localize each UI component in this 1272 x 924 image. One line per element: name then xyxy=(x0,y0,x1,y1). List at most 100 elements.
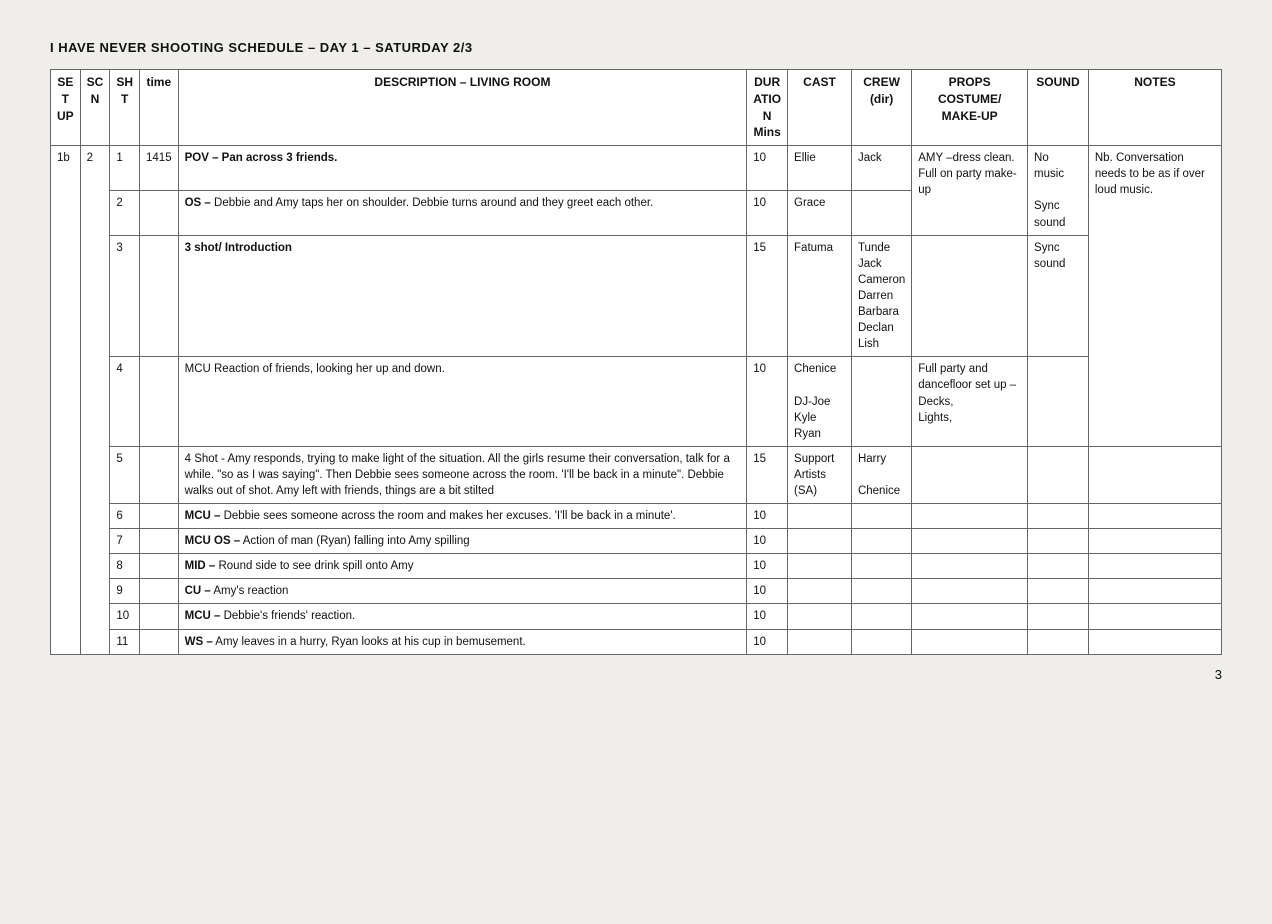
cell-notes xyxy=(1088,529,1221,554)
cell-time xyxy=(140,629,179,654)
cell-notes xyxy=(1088,504,1221,529)
cell-notes xyxy=(1088,446,1221,503)
cell-sh: 6 xyxy=(110,504,140,529)
cell-time xyxy=(140,529,179,554)
cell-cast: Support Artists (SA) xyxy=(788,446,852,503)
cell-crew xyxy=(851,629,911,654)
table-row: 11 WS – Amy leaves in a hurry, Ryan looks… xyxy=(51,629,1222,654)
cell-sh: 1 xyxy=(110,146,140,191)
cell-time xyxy=(140,357,179,446)
cell-description: MCU – Debbie sees someone across the roo… xyxy=(178,504,747,529)
cell-duration: 15 xyxy=(747,235,788,357)
cell-duration: 15 xyxy=(747,446,788,503)
page-title: I HAVE NEVER SHOOTING SCHEDULE – DAY 1 –… xyxy=(50,40,1222,55)
cell-cast xyxy=(788,529,852,554)
cell-crew xyxy=(851,604,911,629)
cell-duration: 10 xyxy=(747,554,788,579)
cell-sh: 2 xyxy=(110,190,140,235)
cell-props: AMY –dress clean. Full on party make-up xyxy=(912,146,1028,235)
cell-crew xyxy=(851,579,911,604)
cell-sound xyxy=(1028,579,1089,604)
cell-duration: 10 xyxy=(747,629,788,654)
header-sh: SH T xyxy=(110,70,140,146)
cell-crew: Jack xyxy=(851,146,911,191)
header-description: DESCRIPTION – LIVING ROOM xyxy=(178,70,747,146)
cell-props xyxy=(912,504,1028,529)
cell-description: MCU – Debbie's friends' reaction. xyxy=(178,604,747,629)
cell-notes xyxy=(1088,554,1221,579)
page-number: 3 xyxy=(50,667,1222,682)
header-se: SE T UP xyxy=(51,70,81,146)
cell-sound xyxy=(1028,529,1089,554)
header-cast: CAST xyxy=(788,70,852,146)
cell-description: POV – Pan across 3 friends. xyxy=(178,146,747,191)
cell-notes: Nb. Conversation needs to be as if over … xyxy=(1088,146,1221,447)
cell-time xyxy=(140,504,179,529)
cell-time: 1415 xyxy=(140,146,179,191)
header-crew: CREW (dir) xyxy=(851,70,911,146)
cell-time xyxy=(140,579,179,604)
cell-sh: 8 xyxy=(110,554,140,579)
cell-props xyxy=(912,554,1028,579)
cell-description: MCU OS – Action of man (Ryan) falling in… xyxy=(178,529,747,554)
table-row: 10MCU – Debbie's friends' reaction.10 xyxy=(51,604,1222,629)
table-row: 8 MID – Round side to see drink spill ont… xyxy=(51,554,1222,579)
cell-sound xyxy=(1028,446,1089,503)
table-row: 7 MCU OS – Action of man (Ryan) falling i… xyxy=(51,529,1222,554)
cell-sound xyxy=(1028,357,1089,446)
cell-time xyxy=(140,190,179,235)
cell-cast: Ellie xyxy=(788,146,852,191)
cell-props xyxy=(912,629,1028,654)
cell-cast: Grace xyxy=(788,190,852,235)
cell-notes xyxy=(1088,604,1221,629)
cell-duration: 10 xyxy=(747,529,788,554)
header-props: PROPS COSTUME/ MAKE-UP xyxy=(912,70,1028,146)
cell-sound xyxy=(1028,504,1089,529)
cell-duration: 10 xyxy=(747,146,788,191)
cell-sh: 4 xyxy=(110,357,140,446)
table-row: 6 MCU – Debbie sees someone across the ro… xyxy=(51,504,1222,529)
cell-props xyxy=(912,529,1028,554)
cell-notes xyxy=(1088,579,1221,604)
cell-time xyxy=(140,604,179,629)
cell-cast xyxy=(788,504,852,529)
table-row: 4MCU Reaction of friends, looking her up… xyxy=(51,357,1222,446)
cell-description: 3 shot/ Introduction xyxy=(178,235,747,357)
cell-duration: 10 xyxy=(747,604,788,629)
table-header-row: SE T UP SC N SH T time DESCRIPTION – LIV… xyxy=(51,70,1222,146)
cell-props xyxy=(912,446,1028,503)
cell-description: MID – Round side to see drink spill onto… xyxy=(178,554,747,579)
header-sound: SOUND xyxy=(1028,70,1089,146)
cell-crew xyxy=(851,190,911,235)
header-notes: NOTES xyxy=(1088,70,1221,146)
table-row: 9 CU – Amy's reaction10 xyxy=(51,579,1222,604)
cell-description: CU – Amy's reaction xyxy=(178,579,747,604)
cell-se: 1b xyxy=(51,146,81,654)
table-row: 5 4 Shot - Amy responds, trying to make l… xyxy=(51,446,1222,503)
cell-sound xyxy=(1028,554,1089,579)
header-sc: SC N xyxy=(80,70,110,146)
cell-props xyxy=(912,579,1028,604)
cell-duration: 10 xyxy=(747,504,788,529)
cell-crew xyxy=(851,357,911,446)
cell-sound xyxy=(1028,604,1089,629)
header-time: time xyxy=(140,70,179,146)
cell-sh: 7 xyxy=(110,529,140,554)
cell-cast xyxy=(788,604,852,629)
cell-time xyxy=(140,554,179,579)
cell-cast xyxy=(788,579,852,604)
cell-sh: 11 xyxy=(110,629,140,654)
cell-props xyxy=(912,235,1028,357)
cell-description: WS – Amy leaves in a hurry, Ryan looks a… xyxy=(178,629,747,654)
cell-time xyxy=(140,235,179,357)
cell-crew: Harry Chenice xyxy=(851,446,911,503)
cell-description: 4 Shot - Amy responds, trying to make li… xyxy=(178,446,747,503)
cell-sound xyxy=(1028,629,1089,654)
cell-crew xyxy=(851,504,911,529)
cell-sh: 5 xyxy=(110,446,140,503)
cell-duration: 10 xyxy=(747,579,788,604)
cell-props: Full party and dancefloor set up – Decks… xyxy=(912,357,1028,446)
table-row: 1b211415POV – Pan across 3 friends.10Ell… xyxy=(51,146,1222,191)
cell-cast: Chenice DJ-Joe Kyle Ryan xyxy=(788,357,852,446)
cell-sh: 9 xyxy=(110,579,140,604)
